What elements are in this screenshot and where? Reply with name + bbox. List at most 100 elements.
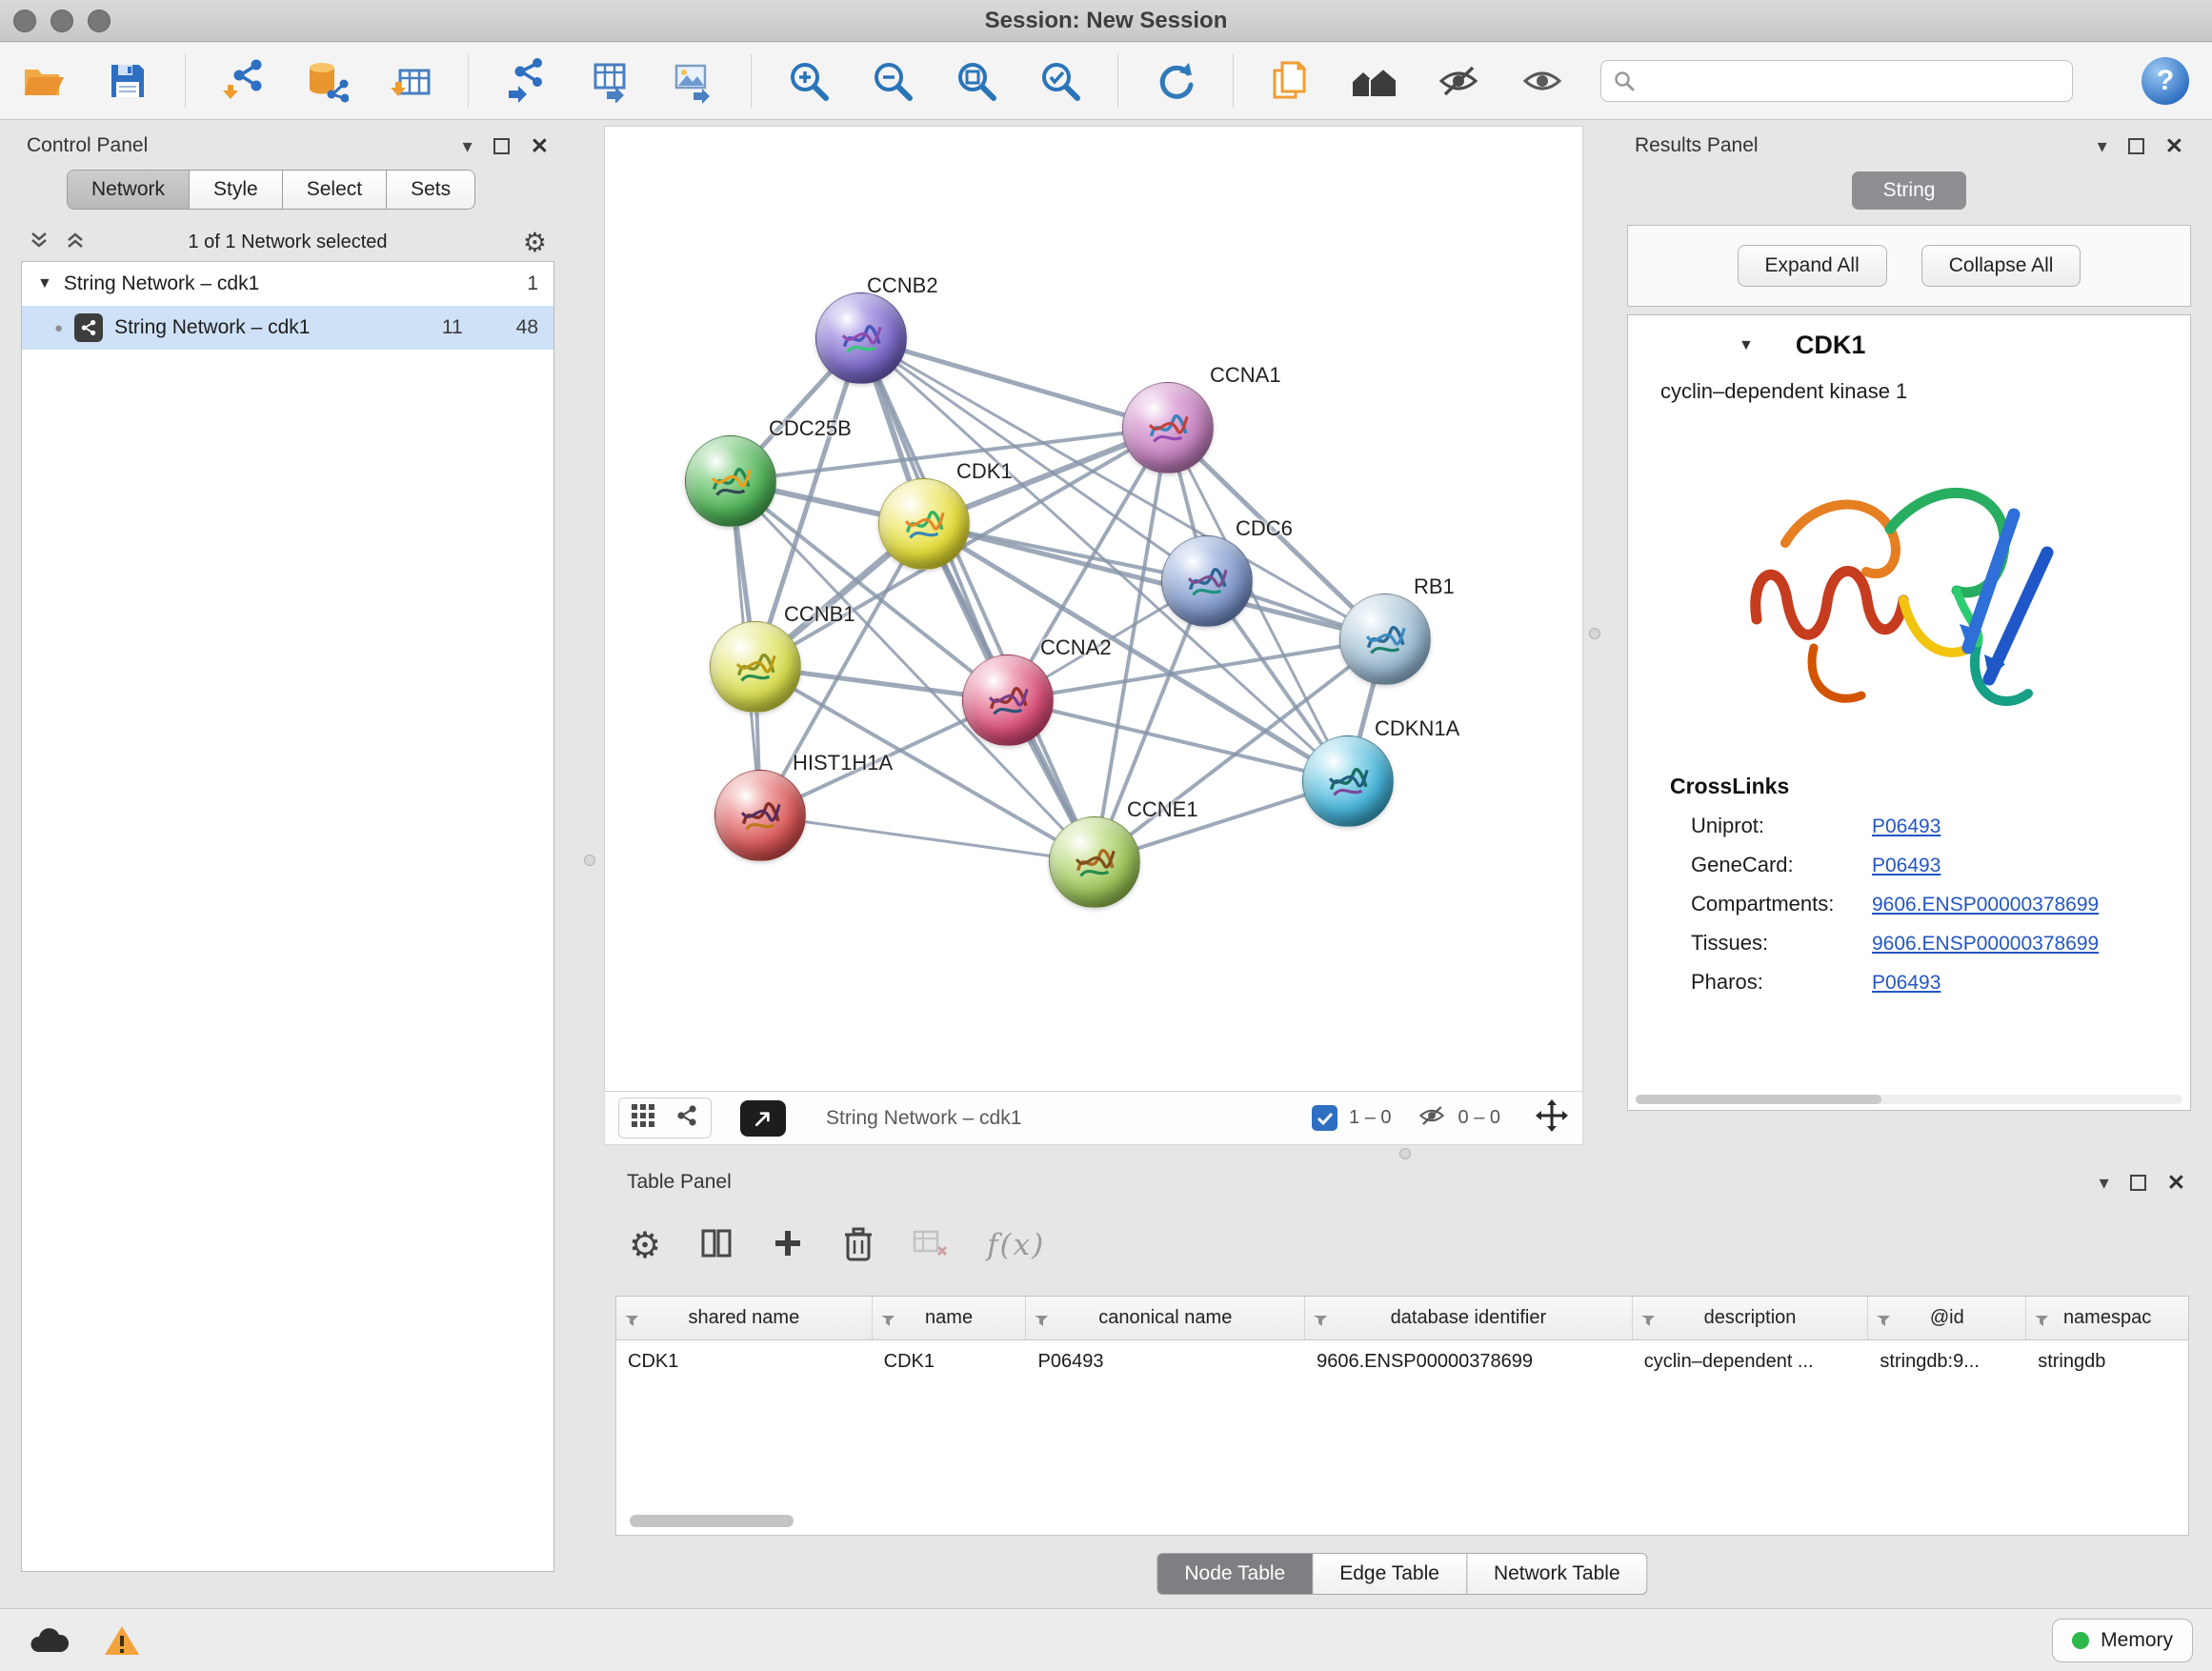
hidden-indicator-icon[interactable] (1417, 1103, 1447, 1133)
cell-shared-name[interactable]: CDK1 (616, 1351, 873, 1373)
zoom-selected-button[interactable] (1032, 51, 1089, 111)
column-header-namespace[interactable]: namespac (2026, 1297, 2188, 1339)
add-column-icon[interactable] (772, 1227, 804, 1264)
network-node-cdkn1a[interactable] (1302, 735, 1394, 827)
export-table-button[interactable] (581, 51, 638, 111)
tab-edge-table[interactable]: Edge Table (1313, 1553, 1467, 1595)
network-row[interactable]: ● String Network – cdk1 11 48 (22, 306, 553, 350)
tab-network[interactable]: Network (68, 171, 190, 209)
crosslink-tissues-link[interactable]: 9606.ENSP00000378699 (1872, 933, 2099, 956)
horizontal-scrollbar[interactable] (1636, 1095, 2182, 1104)
collection-disclosure-icon[interactable]: ▼ (37, 275, 52, 292)
network-options-gear-icon[interactable]: ⚙ (523, 227, 547, 258)
copy-button[interactable] (1262, 51, 1319, 111)
import-table-from-file-button[interactable] (382, 51, 439, 111)
cell-canonical-name[interactable]: P06493 (1026, 1351, 1305, 1373)
expand-all-button[interactable]: Expand All (1738, 245, 1887, 287)
tab-node-table[interactable]: Node Table (1156, 1553, 1313, 1595)
network-view-icon[interactable] (674, 1103, 699, 1133)
delete-column-icon[interactable] (842, 1225, 875, 1266)
table-panel-float-icon[interactable] (2130, 1175, 2146, 1191)
collapse-all-button[interactable]: Collapse All (1921, 245, 2081, 287)
control-panel-close-icon[interactable]: ✕ (531, 133, 549, 159)
control-panel-float-icon[interactable] (493, 138, 510, 154)
table-panel-menu-icon[interactable]: ▾ (2100, 1171, 2109, 1195)
expand-networks-icon[interactable] (29, 230, 50, 255)
network-node-cdc25b[interactable] (685, 435, 776, 527)
table-panel-close-icon[interactable]: ✕ (2167, 1170, 2185, 1196)
tab-style[interactable]: Style (190, 171, 283, 209)
hide-selected-button[interactable] (1430, 51, 1487, 111)
network-node-cdk1[interactable] (878, 478, 970, 570)
splitter-handle[interactable] (1399, 1148, 1411, 1159)
show-all-nodes-button[interactable] (1346, 51, 1403, 111)
results-panel-menu-icon[interactable]: ▾ (2098, 134, 2107, 158)
detach-view-button[interactable] (740, 1100, 786, 1137)
cell-namespace[interactable]: stringdb (2026, 1351, 2188, 1373)
minimize-window-button[interactable] (50, 10, 73, 32)
open-session-button[interactable] (15, 51, 72, 111)
tab-network-table[interactable]: Network Table (1467, 1553, 1648, 1595)
column-header-id[interactable]: @id (1868, 1297, 2026, 1339)
table-horizontal-scrollbar[interactable] (630, 1515, 794, 1527)
network-node-ccna1[interactable] (1122, 382, 1214, 473)
zoom-in-button[interactable] (780, 51, 837, 111)
warning-status-button[interactable] (103, 1623, 141, 1658)
crosslink-pharos-link[interactable]: P06493 (1872, 972, 1941, 995)
pan-tool-icon[interactable] (1535, 1098, 1569, 1137)
network-node-rb1[interactable] (1339, 594, 1431, 685)
results-panel-float-icon[interactable] (2128, 138, 2144, 154)
crosslink-compartments-link[interactable]: 9606.ENSP00000378699 (1872, 894, 2099, 916)
memory-button[interactable]: Memory (2052, 1619, 2193, 1662)
search-field[interactable] (1600, 60, 2073, 102)
network-node-ccnb1[interactable] (710, 621, 801, 713)
crosslink-genecard-link[interactable]: P06493 (1872, 855, 1941, 877)
show-columns-icon[interactable] (699, 1226, 734, 1265)
table-row[interactable]: CDK1 CDK1 P06493 9606.ENSP00000378699 cy… (616, 1340, 2188, 1382)
help-button[interactable]: ? (2142, 57, 2189, 105)
maximize-window-button[interactable] (88, 10, 111, 32)
column-header-description[interactable]: description (1633, 1297, 1869, 1339)
cell-id[interactable]: stringdb:9... (1868, 1351, 2026, 1373)
splitter-handle[interactable] (584, 855, 595, 866)
selected-indicator-checkbox[interactable] (1312, 1105, 1337, 1131)
crosslink-uniprot-link[interactable]: P06493 (1872, 815, 1941, 838)
tab-sets[interactable]: Sets (387, 171, 474, 209)
import-network-from-file-button[interactable] (214, 51, 271, 111)
results-panel-close-icon[interactable]: ✕ (2165, 133, 2183, 159)
column-header-canonical-name[interactable]: canonical name (1026, 1297, 1305, 1339)
cloud-status-button[interactable] (27, 1624, 69, 1657)
network-canvas[interactable]: CCNB2CCNA1CDC25BCDK1CDC6RB1CCNB1CCNA2CDK… (604, 126, 1583, 1092)
network-node-cdc6[interactable] (1161, 535, 1253, 627)
network-collection-row[interactable]: ▼ String Network – cdk1 1 (22, 262, 553, 306)
column-header-database-identifier[interactable]: database identifier (1305, 1297, 1633, 1339)
zoom-out-button[interactable] (864, 51, 921, 111)
network-node-hist1h1a[interactable] (714, 770, 806, 861)
grid-view-icon[interactable] (631, 1103, 655, 1133)
column-header-shared-name[interactable]: shared name (616, 1297, 873, 1339)
cell-name[interactable]: CDK1 (873, 1351, 1027, 1373)
export-image-button[interactable] (665, 51, 722, 111)
import-network-from-database-button[interactable] (298, 51, 355, 111)
zoom-fit-button[interactable] (948, 51, 1005, 111)
close-window-button[interactable] (13, 10, 36, 32)
show-selected-button[interactable] (1514, 51, 1571, 111)
search-input[interactable] (1643, 70, 2061, 92)
control-panel-menu-icon[interactable]: ▾ (463, 134, 473, 158)
gene-disclosure-icon[interactable]: ▼ (1739, 337, 1754, 354)
cell-description[interactable]: cyclin–dependent ... (1633, 1351, 1869, 1373)
network-node-ccnb2[interactable] (815, 292, 907, 384)
column-header-name[interactable]: name (873, 1297, 1027, 1339)
new-network-from-selection-button[interactable] (497, 51, 554, 111)
apply-layout-button[interactable] (1147, 51, 1204, 111)
network-node-ccne1[interactable] (1049, 816, 1140, 908)
collapse-networks-icon[interactable] (65, 230, 86, 255)
cell-database-identifier[interactable]: 9606.ENSP00000378699 (1305, 1351, 1633, 1373)
table-options-gear-icon[interactable]: ⚙ (629, 1224, 661, 1267)
splitter-handle[interactable] (1589, 628, 1600, 639)
save-session-button[interactable] (99, 51, 156, 111)
tab-select[interactable]: Select (283, 171, 387, 209)
tab-string[interactable]: String (1852, 171, 1966, 210)
function-builder-icon[interactable]: f(x) (987, 1228, 1045, 1262)
network-node-ccna2[interactable] (962, 654, 1054, 746)
